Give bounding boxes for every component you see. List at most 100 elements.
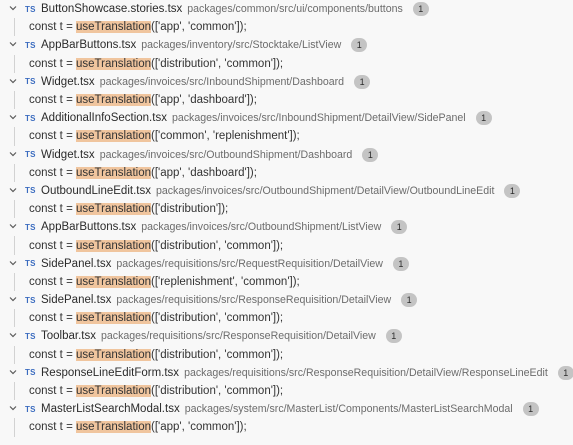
chevron-down-icon[interactable] xyxy=(8,367,18,377)
search-match-line[interactable]: const t = useTranslation(['distribution'… xyxy=(0,236,573,255)
typescript-file-icon: TS xyxy=(25,40,36,50)
match-highlight: useTranslation xyxy=(75,21,151,34)
match-suffix: (['distribution', 'common']); xyxy=(151,239,284,252)
match-suffix: (['replenishment', 'common']); xyxy=(151,275,300,288)
match-text: const t = useTranslation(['distribution'… xyxy=(29,348,284,361)
file-path: packages/invoices/src/OutboundShipment/D… xyxy=(155,184,495,197)
search-result-file[interactable]: TS OutboundLineEdit.tsx packages/invoices/… xyxy=(0,182,573,200)
match-suffix: (['distribution']); xyxy=(151,203,229,216)
match-text: const t = useTranslation(['app', 'dashbo… xyxy=(29,94,257,107)
file-name: Widget.tsx xyxy=(41,75,95,88)
file-name: Toolbar.tsx xyxy=(41,330,96,343)
file-path: packages/inventory/src/Stocktake/ListVie… xyxy=(141,39,342,52)
match-count-badge: 1 xyxy=(475,111,492,126)
match-suffix: (['app', 'common']); xyxy=(151,421,247,434)
indent-guide xyxy=(14,381,15,401)
search-match-line[interactable]: const t = useTranslation(['common', 'rep… xyxy=(0,127,573,146)
match-prefix: const t = xyxy=(29,385,76,398)
indent-guide xyxy=(14,200,15,219)
match-suffix: (['app', 'common']); xyxy=(151,21,247,34)
search-result-file[interactable]: TS ResponseLineEditForm.tsx packages/requi… xyxy=(0,364,573,382)
file-path: packages/requisitions/src/RequestRequisi… xyxy=(116,257,383,270)
match-suffix: (['distribution', 'common']); xyxy=(151,348,284,361)
match-count-badge: 1 xyxy=(362,147,379,162)
search-match-line[interactable]: const t = useTranslation(['distribution'… xyxy=(0,54,573,73)
search-match-line[interactable]: const t = useTranslation(['distribution'… xyxy=(0,381,573,401)
file-path: packages/invoices/src/InboundShipment/Da… xyxy=(99,75,345,88)
match-prefix: const t = xyxy=(29,166,76,179)
file-name: AppBarButtons.tsx xyxy=(41,39,137,52)
file-path: packages/requisitions/src/ResponseRequis… xyxy=(184,366,548,379)
chevron-down-icon[interactable] xyxy=(8,330,18,340)
typescript-file-icon: TS xyxy=(25,4,36,14)
match-prefix: const t = xyxy=(29,275,76,288)
search-match-line[interactable]: const t = useTranslation(['app', 'common… xyxy=(0,418,573,437)
search-match-line[interactable]: const t = useTranslation(['app', 'dashbo… xyxy=(0,90,573,110)
file-name: SidePanel.tsx xyxy=(41,294,112,307)
typescript-file-icon: TS xyxy=(25,331,36,341)
file-name: MasterListSearchModal.tsx xyxy=(41,403,180,416)
search-result-file[interactable]: TS Widget.tsx packages/invoices/src/Outbou… xyxy=(0,146,573,164)
chevron-down-icon[interactable] xyxy=(8,294,18,304)
search-result-file[interactable]: TS AdditionalInfoSection.tsx packages/invo… xyxy=(0,109,573,127)
match-highlight: useTranslation xyxy=(75,312,151,325)
match-text: const t = useTranslation(['distribution'… xyxy=(29,239,284,252)
indent-guide xyxy=(14,309,15,328)
search-match-line[interactable]: const t = useTranslation(['app', 'common… xyxy=(0,18,573,37)
chevron-down-icon[interactable] xyxy=(8,39,18,49)
match-text: const t = useTranslation(['replenishment… xyxy=(29,275,300,288)
indent-guide xyxy=(14,18,15,37)
chevron-down-icon[interactable] xyxy=(8,149,18,159)
search-result-file[interactable]: TS Widget.tsx packages/invoices/src/Inboun… xyxy=(0,73,573,91)
search-match-line[interactable]: const t = useTranslation(['distribution'… xyxy=(0,200,573,219)
chevron-down-icon[interactable] xyxy=(8,221,18,231)
search-result-file[interactable]: TS AppBarButtons.tsx packages/invoices/src… xyxy=(0,218,573,236)
indent-guide xyxy=(14,236,15,255)
match-text: const t = useTranslation(['distribution'… xyxy=(29,312,283,325)
match-text: const t = useTranslation(['distribution'… xyxy=(29,385,284,398)
search-match-line[interactable]: const t = useTranslation(['replenishment… xyxy=(0,272,573,291)
typescript-file-icon: TS xyxy=(25,222,36,232)
search-result-file[interactable]: TS SidePanel.tsx packages/requisitions/src… xyxy=(0,291,573,309)
chevron-down-icon[interactable] xyxy=(8,76,18,86)
match-count-badge: 1 xyxy=(522,402,539,417)
match-highlight: useTranslation xyxy=(75,239,151,252)
match-prefix: const t = xyxy=(29,130,76,143)
search-result-file[interactable]: TS Toolbar.tsx packages/requisitions/src/R… xyxy=(0,327,573,345)
file-path: packages/invoices/src/OutboundShipment/D… xyxy=(99,148,353,161)
file-path: packages/requisitions/src/ResponseRequis… xyxy=(100,330,376,343)
indent-guide xyxy=(14,127,15,146)
file-name: ResponseLineEditForm.tsx xyxy=(41,366,180,379)
chevron-down-icon[interactable] xyxy=(8,258,18,268)
search-result-file[interactable]: TS ButtonShowcase.stories.tsx packages/com… xyxy=(0,0,573,18)
match-text: const t = useTranslation(['app', 'common… xyxy=(29,21,247,34)
match-prefix: const t = xyxy=(29,421,76,434)
match-highlight: useTranslation xyxy=(75,57,151,70)
search-result-file[interactable]: TS AppBarButtons.tsx packages/inventory/sr… xyxy=(0,36,573,54)
match-suffix: (['distribution', 'common']); xyxy=(151,57,284,70)
typescript-file-icon: TS xyxy=(25,113,36,123)
match-prefix: const t = xyxy=(29,348,76,361)
search-match-line[interactable]: const t = useTranslation(['distribution'… xyxy=(0,309,573,328)
search-match-line[interactable]: const t = useTranslation(['distribution'… xyxy=(0,345,573,364)
indent-guide xyxy=(14,272,15,291)
indent-guide xyxy=(14,345,15,364)
chevron-down-icon[interactable] xyxy=(8,403,18,413)
match-suffix: (['distribution', 'common']); xyxy=(151,385,284,398)
match-prefix: const t = xyxy=(29,239,76,252)
search-result-file[interactable]: TS SidePanel.tsx packages/requisitions/src… xyxy=(0,255,573,273)
match-highlight: useTranslation xyxy=(75,421,151,434)
match-count-badge: 1 xyxy=(557,365,573,380)
typescript-file-icon: TS xyxy=(25,295,36,305)
typescript-file-icon: TS xyxy=(25,404,36,414)
search-result-file[interactable]: TS MasterListSearchModal.tsx packages/syst… xyxy=(0,400,573,418)
match-text: const t = useTranslation(['distribution'… xyxy=(29,203,229,216)
match-highlight: useTranslation xyxy=(75,348,151,361)
search-match-line[interactable]: const t = useTranslation(['app', 'dashbo… xyxy=(0,163,573,182)
match-count-badge: 1 xyxy=(392,256,409,271)
match-text: const t = useTranslation(['distribution'… xyxy=(29,57,284,70)
chevron-down-icon[interactable] xyxy=(8,112,18,122)
typescript-file-icon: TS xyxy=(25,259,36,269)
chevron-down-icon[interactable] xyxy=(8,3,18,13)
chevron-down-icon[interactable] xyxy=(8,185,18,195)
